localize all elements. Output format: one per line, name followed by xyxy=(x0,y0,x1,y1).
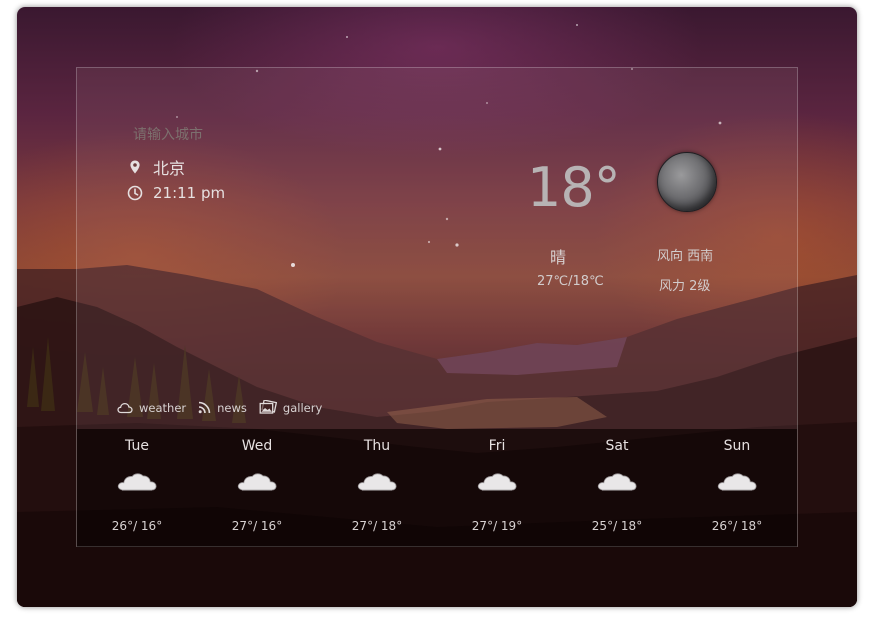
temperature-range: 27℃/18℃ xyxy=(537,274,604,289)
forecast-day: Sun 26°/ 18° xyxy=(677,429,797,547)
forecast-day-name: Fri xyxy=(488,438,506,454)
forecast-day-name: Sun xyxy=(723,438,751,454)
cloud-icon xyxy=(357,473,397,491)
forecast-day: Sat 25°/ 18° xyxy=(557,429,677,547)
nav-label-gallery: gallery xyxy=(282,400,323,415)
city-name: 北京 xyxy=(153,159,186,178)
app-window: 北京 21:11 pm 18° 晴 27℃/18℃ 风向 西南 风力 2级 xyxy=(17,7,857,607)
current-temperature: 18° xyxy=(527,156,621,219)
nav-bar: weather news gallery xyxy=(117,400,334,415)
moon-icon xyxy=(657,152,717,212)
rss-icon xyxy=(198,401,211,414)
wind-level: 风力 2级 xyxy=(659,279,711,294)
forecast-temperature: 25°/ 18° xyxy=(591,519,643,533)
forecast-temperature: 27°/ 18° xyxy=(351,519,403,533)
gallery-icon xyxy=(259,400,277,414)
forecast-day-name: Wed xyxy=(241,438,273,454)
forecast-day: Fri 27°/ 19° xyxy=(437,429,557,547)
clock-icon xyxy=(127,185,143,201)
cloud-icon xyxy=(117,402,133,413)
weather-condition: 晴 xyxy=(550,248,567,267)
time-row: 21:11 pm xyxy=(127,184,225,202)
forecast-day: Tue 26°/ 16° xyxy=(77,429,197,547)
forecast-temperature: 27°/ 16° xyxy=(231,519,283,533)
current-time: 21:11 pm xyxy=(153,184,226,202)
forecast-list: Tue 26°/ 16° Wed 27°/ 16° Thu 27°/ 18° F… xyxy=(77,429,797,547)
cloud-icon xyxy=(717,473,757,491)
wind-direction: 风向 西南 xyxy=(657,249,714,264)
location-pin-icon xyxy=(130,160,140,174)
nav-item-gallery[interactable]: gallery xyxy=(259,400,322,415)
nav-label-weather: weather xyxy=(139,400,187,415)
forecast-day: Wed 27°/ 16° xyxy=(197,429,317,547)
weather-panel: 北京 21:11 pm 18° 晴 27℃/18℃ 风向 西南 风力 2级 xyxy=(76,67,798,547)
city-search-input[interactable] xyxy=(131,123,315,147)
cloud-icon xyxy=(597,473,637,491)
current-weather-section: 北京 21:11 pm 18° 晴 27℃/18℃ 风向 西南 风力 2级 xyxy=(77,68,797,429)
forecast-day: Thu 27°/ 18° xyxy=(317,429,437,547)
nav-item-news[interactable]: news xyxy=(198,401,247,415)
forecast-temperature: 27°/ 19° xyxy=(471,519,523,533)
cloud-icon xyxy=(237,473,277,491)
forecast-day-name: Sat xyxy=(605,438,629,454)
forecast-day-name: Thu xyxy=(363,438,391,454)
nav-item-weather[interactable]: weather xyxy=(117,401,186,415)
forecast-temperature: 26°/ 16° xyxy=(111,519,163,533)
forecast-day-name: Tue xyxy=(125,438,149,454)
cloud-icon xyxy=(117,473,157,491)
nav-label-news: news xyxy=(217,400,247,415)
forecast-temperature: 26°/ 18° xyxy=(711,519,763,533)
location-row: 北京 xyxy=(127,155,185,179)
cloud-icon xyxy=(477,473,517,491)
